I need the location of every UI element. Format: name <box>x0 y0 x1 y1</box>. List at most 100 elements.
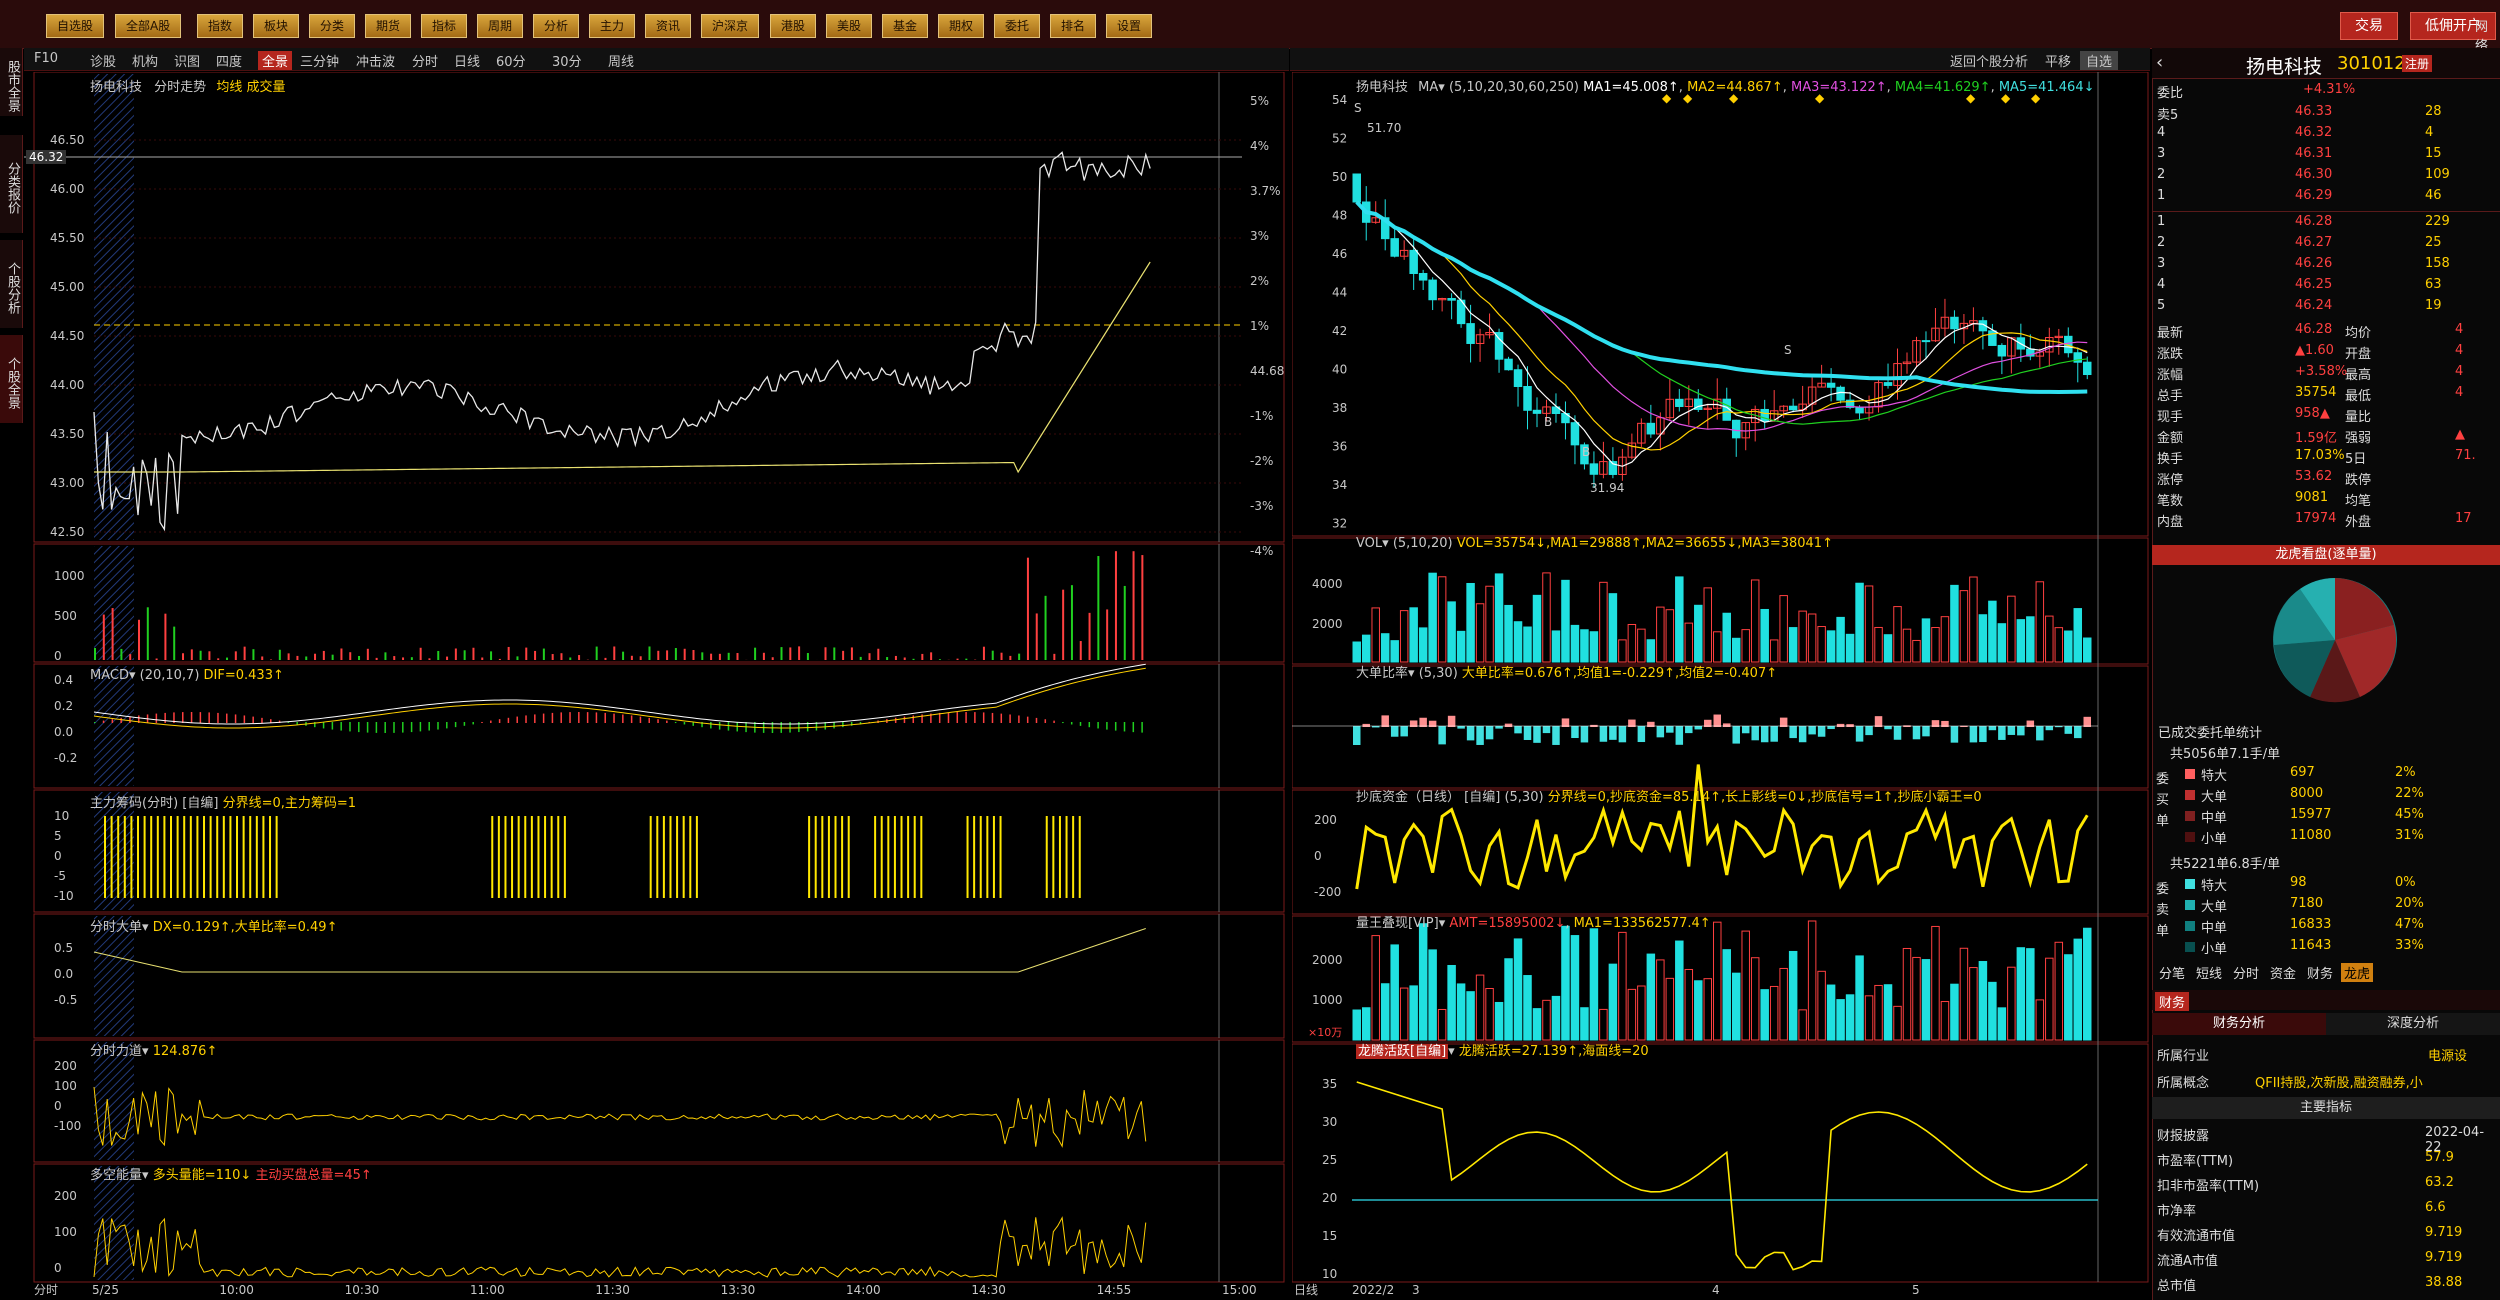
nav-button-3[interactable]: 板块 <box>253 14 300 38</box>
back-to-analysis-link[interactable]: 返回个股分析 <box>1950 51 2028 70</box>
nav-button-9[interactable]: 主力 <box>589 14 636 38</box>
nav-button-16[interactable]: 委托 <box>994 14 1041 38</box>
nav-button-10[interactable]: 资讯 <box>645 14 692 38</box>
volume-bar <box>780 647 783 660</box>
toolbar-item-10[interactable]: 60分 <box>496 51 526 70</box>
dragon-tick: 30 <box>1322 1115 1337 1129</box>
quote-tab-2[interactable]: 分时 <box>2230 963 2262 982</box>
toolbar-item-9[interactable]: 日线 <box>454 51 480 70</box>
sidetab-stock-overview[interactable]: 个股全景 <box>0 335 23 423</box>
multi-energy-name[interactable]: 多空能量 <box>90 1168 142 1183</box>
nav-button-6[interactable]: 指标 <box>421 14 468 38</box>
nav-button-5[interactable]: 期货 <box>365 14 412 38</box>
quote-tab-0[interactable]: 分笔 <box>2156 963 2188 982</box>
candle-body <box>1513 369 1523 388</box>
toolbar-item-0[interactable]: F10 <box>34 51 58 66</box>
quote-tab-1[interactable]: 短线 <box>2193 963 2225 982</box>
sidetab-stock-analysis[interactable]: 个股分析 <box>0 240 23 328</box>
volume-bar <box>657 650 660 660</box>
kvol-bar <box>1997 623 2007 663</box>
dragon-name[interactable]: 龙腾活跃[自编] <box>1356 1044 1449 1059</box>
big-ratio-bar <box>1457 726 1465 729</box>
nav-button-4[interactable]: 分类 <box>309 14 356 38</box>
toolbar-item-8[interactable]: 分时 <box>412 51 438 70</box>
bid-row[interactable]: 2 46.27 25 <box>2155 235 2498 255</box>
bottom-fund-name[interactable]: 抄底资金（日线） <box>1356 790 1460 805</box>
kvol-bar <box>1864 585 1874 663</box>
volume-king-name[interactable]: 量王叠现[VIP] <box>1356 916 1439 931</box>
nav-button-14[interactable]: 基金 <box>882 14 929 38</box>
toolbar-item-5[interactable]: 全景 <box>258 51 293 70</box>
toolbar-item-12[interactable]: 周线 <box>608 51 634 70</box>
bid-row[interactable]: 1 46.28 229 <box>2155 214 2498 234</box>
toolbar-item-6[interactable]: 三分钟 <box>300 51 339 70</box>
volume-bar <box>138 619 141 660</box>
legend-swatch <box>2185 790 2195 800</box>
trade-button[interactable]: 交易 <box>2340 12 2398 40</box>
deep-analysis-tab[interactable]: 深度分析 <box>2326 1013 2500 1035</box>
volume-king-bar <box>1731 972 1741 1041</box>
watchlist-select[interactable]: 自选 <box>2080 51 2119 70</box>
toolbar-item-3[interactable]: 识图 <box>174 51 200 70</box>
volume-king-bar <box>1741 930 1750 1041</box>
quote-tab-4[interactable]: 财务 <box>2304 963 2336 982</box>
nav-button-13[interactable]: 美股 <box>826 14 873 38</box>
nav-button-2[interactable]: 指数 <box>197 14 244 38</box>
big-ratio-bar <box>1637 726 1646 743</box>
bid-row[interactable]: 4 46.25 63 <box>2155 277 2498 297</box>
ask-row[interactable]: 1 46.29 46 <box>2155 188 2498 208</box>
bid-row[interactable]: 5 46.24 19 <box>2155 298 2498 318</box>
volume-king-bar <box>1437 1008 1447 1041</box>
chip-bar <box>1058 816 1061 898</box>
chip-bar <box>183 816 186 898</box>
fin-tab[interactable]: 财务 <box>2155 992 2190 1011</box>
big-ratio-name[interactable]: 大单比率 <box>1356 666 1408 681</box>
kvol-bar <box>1456 630 1466 663</box>
fin-analysis-tab[interactable]: 财务分析 <box>2152 1013 2326 1035</box>
kline-chart-area: 545250484644424038363432S51.7031.94BBS◆ ◆… <box>1292 72 2149 1297</box>
nav-button-12[interactable]: 港股 <box>770 14 817 38</box>
intraday-legend[interactable]: 均线 成交量 <box>216 80 285 95</box>
volume-king-bar <box>1409 985 1418 1041</box>
time-tick[interactable]: 分时 <box>34 1283 58 1297</box>
kvol-bar <box>1504 604 1513 663</box>
ask-row[interactable]: 3 46.31 15 <box>2155 146 2498 166</box>
nav-button-7[interactable]: 周期 <box>477 14 524 38</box>
stat-key-2: 最低 <box>2345 389 2372 404</box>
nav-button-0[interactable]: 自选股 <box>46 14 105 38</box>
ask-row[interactable]: 卖5 46.33 28 <box>2155 104 2498 124</box>
volume-bar <box>182 653 185 660</box>
nav-button-15[interactable]: 期权 <box>938 14 985 38</box>
quote-tab-5[interactable]: 龙虎 <box>2341 963 2374 982</box>
kline-indicator[interactable]: MA <box>1418 80 1438 95</box>
kline-price-tick: 50 <box>1332 170 1347 184</box>
quote-tab-3[interactable]: 资金 <box>2267 963 2299 982</box>
toolbar-item-7[interactable]: 冲击波 <box>356 51 395 70</box>
toolbar-item-4[interactable]: 四度 <box>216 51 242 70</box>
macd-name[interactable]: MACD <box>90 668 129 683</box>
toolbar-item-11[interactable]: 30分 <box>552 51 582 70</box>
nav-button-1[interactable]: 全部A股 <box>115 14 182 38</box>
big-order-name[interactable]: 分时大单 <box>90 920 142 935</box>
nav-button-18[interactable]: 设置 <box>1106 14 1153 38</box>
ask-row[interactable]: 4 46.32 4 <box>2155 125 2498 145</box>
stat-row: 内盘 17974 外盘 17 <box>2155 511 2498 531</box>
nav-button-8[interactable]: 分析 <box>533 14 580 38</box>
nav-button-11[interactable]: 沪深京 <box>701 14 760 38</box>
back-chevron-icon[interactable]: ‹ <box>2156 52 2163 73</box>
kvol-name[interactable]: VOL <box>1356 536 1382 551</box>
force-name[interactable]: 分时力道 <box>90 1044 142 1059</box>
sidetab-market-overview[interactable]: 股市全景 <box>0 48 23 116</box>
toolbar-item-1[interactable]: 诊股 <box>90 51 116 70</box>
flat-toggle[interactable]: 平移 <box>2045 51 2071 70</box>
toolbar-item-2[interactable]: 机构 <box>132 51 158 70</box>
dragon-title: 龙腾活跃[自编] ▾ 龙腾活跃=27.139↑,海面线=20 <box>1356 1044 1649 1059</box>
ask-row[interactable]: 2 46.30 109 <box>2155 167 2498 187</box>
sidetab-category-quotes[interactable]: 分类报价 <box>0 135 23 233</box>
chip-bar <box>662 816 665 898</box>
nav-button-17[interactable]: 排名 <box>1050 14 1097 38</box>
date-tick[interactable]: 日线 <box>1294 1283 1318 1297</box>
main-chip-name[interactable]: 主力筹码(分时) <box>90 796 178 811</box>
buy-side-label: 委 <box>2156 772 2170 787</box>
bid-row[interactable]: 3 46.26 158 <box>2155 256 2498 276</box>
